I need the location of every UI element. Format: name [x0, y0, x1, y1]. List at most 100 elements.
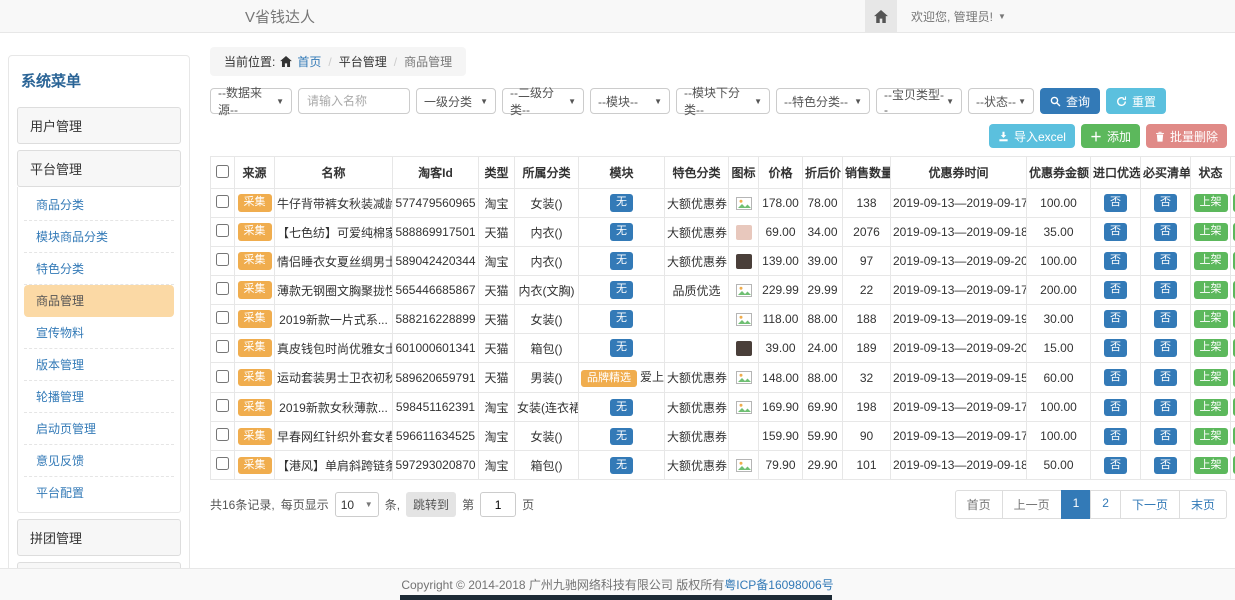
page-number-input[interactable] [480, 492, 516, 517]
pager-last-page[interactable]: 末页 [1179, 490, 1227, 519]
row-checkbox[interactable] [216, 457, 229, 470]
row-checkbox[interactable] [216, 282, 229, 295]
sidebar-item-platform-management[interactable]: 平台管理 [17, 150, 181, 187]
row-checkbox[interactable] [216, 253, 229, 266]
must-buy-badge[interactable]: 否 [1154, 223, 1177, 240]
status-badge[interactable]: 上架 [1194, 339, 1228, 356]
must-buy-badge[interactable]: 否 [1154, 428, 1177, 445]
reset-button[interactable]: 重置 [1106, 88, 1166, 114]
status-badge[interactable]: 上架 [1194, 428, 1228, 445]
filter-select-feature-category[interactable]: --特色分类--▼ [776, 88, 870, 114]
cell-coupon-amount: 100.00 [1027, 189, 1091, 218]
filter-select-level1-category[interactable]: 一级分类▼ [416, 88, 496, 114]
import-select-badge[interactable]: 否 [1104, 310, 1127, 327]
pager-page-2[interactable]: 2 [1090, 490, 1121, 519]
status-badge[interactable]: 上架 [1194, 310, 1228, 327]
goods-table: 来源名称淘客Id类型所属分类模块特色分类图标价格折后价销售数量优惠券时间优惠券金… [210, 156, 1235, 480]
status-badge[interactable]: 上架 [1194, 369, 1228, 386]
filter-select-data-source[interactable]: --数据来源--▼ [210, 88, 292, 114]
cell-status: 上架 [1191, 189, 1231, 218]
import-excel-button[interactable]: 导入excel [989, 124, 1075, 148]
status-badge[interactable]: 上架 [1194, 252, 1228, 269]
import-select-badge[interactable]: 否 [1104, 252, 1127, 269]
import-select-badge[interactable]: 否 [1104, 399, 1127, 416]
user-menu[interactable]: 欢迎您, 管理员! ▼ [911, 8, 1006, 25]
status-badge[interactable]: 上架 [1194, 194, 1228, 211]
import-select-badge[interactable]: 否 [1104, 281, 1127, 298]
sidebar-item-user-management[interactable]: 用户管理 [17, 107, 181, 144]
cell-coupon-amount: 200.00 [1027, 276, 1091, 305]
sidebar-item-group-buy-management[interactable]: 拼团管理 [17, 519, 181, 556]
cell-sales: 2076 [843, 218, 891, 247]
cell-module: 无 [579, 334, 665, 363]
sidebar-subitem-version-management[interactable]: 版本管理 [24, 349, 174, 381]
jump-button[interactable]: 跳转到 [406, 492, 456, 517]
status-badge[interactable]: 上架 [1194, 457, 1228, 474]
must-buy-badge[interactable]: 否 [1154, 369, 1177, 386]
must-buy-badge[interactable]: 否 [1154, 252, 1177, 269]
cell-import-select: 否 [1091, 247, 1141, 276]
row-checkbox[interactable] [216, 370, 229, 383]
filter-select-item-type[interactable]: --宝贝类型--▼ [876, 88, 962, 114]
cell-must-buy: 否 [1141, 247, 1191, 276]
col-header-price: 价格 [759, 157, 803, 189]
row-checkbox[interactable] [216, 399, 229, 412]
pager-page-1[interactable]: 1 [1061, 490, 1092, 519]
row-checkbox[interactable] [216, 195, 229, 208]
status-badge[interactable]: 上架 [1194, 223, 1228, 240]
import-select-badge[interactable]: 否 [1104, 339, 1127, 356]
must-buy-badge[interactable]: 否 [1154, 457, 1177, 474]
row-checkbox[interactable] [216, 224, 229, 237]
must-buy-badge[interactable]: 否 [1154, 310, 1177, 327]
sidebar-subitem-carousel-management[interactable]: 轮播管理 [24, 381, 174, 413]
cell-status: 上架 [1191, 334, 1231, 363]
import-select-badge[interactable]: 否 [1104, 457, 1127, 474]
batch-delete-button[interactable]: 批量删除 [1146, 124, 1227, 148]
import-excel-label: 导入excel [1014, 128, 1066, 145]
breadcrumb-home-link[interactable]: 首页 [297, 53, 321, 70]
status-badge[interactable]: 上架 [1194, 399, 1228, 416]
sidebar-subitem-splash-page-management[interactable]: 启动页管理 [24, 413, 174, 445]
batch-delete-label: 批量删除 [1170, 128, 1218, 145]
cell-category: 女装() [515, 189, 579, 218]
pager-first-page[interactable]: 首页 [955, 490, 1003, 519]
add-button[interactable]: ＋ 添加 [1081, 124, 1140, 148]
must-buy-badge[interactable]: 否 [1154, 339, 1177, 356]
import-select-badge[interactable]: 否 [1104, 369, 1127, 386]
pager-prev-page[interactable]: 上一页 [1002, 490, 1062, 519]
must-buy-badge[interactable]: 否 [1154, 281, 1177, 298]
cell-category: 内衣(文胸) [515, 276, 579, 305]
status-badge[interactable]: 上架 [1194, 281, 1228, 298]
sidebar-subitem-goods-category[interactable]: 商品分类 [24, 189, 174, 221]
sidebar-subitem-promo-materials[interactable]: 宣传物料 [24, 317, 174, 349]
must-buy-badge[interactable]: 否 [1154, 399, 1177, 416]
per-page-select[interactable]: 10 ▼ [335, 492, 379, 517]
filter-select-value: 一级分类 [424, 93, 472, 110]
import-select-badge[interactable]: 否 [1104, 428, 1127, 445]
select-all-checkbox[interactable] [216, 165, 229, 178]
filter-select-level2-category[interactable]: --二级分类--▼ [502, 88, 584, 114]
filter-select-module[interactable]: --模块--▼ [590, 88, 670, 114]
pager-next-page[interactable]: 下一页 [1120, 490, 1180, 519]
filter-select-status[interactable]: --状态--▼ [968, 88, 1034, 114]
sidebar-title: 系统菜单 [17, 64, 181, 101]
sidebar-subitem-platform-config[interactable]: 平台配置 [24, 477, 174, 508]
cell-sales: 32 [843, 363, 891, 393]
sidebar-subitem-feature-category[interactable]: 特色分类 [24, 253, 174, 285]
sidebar-subitem-goods-management[interactable]: 商品管理 [24, 285, 174, 317]
import-select-badge[interactable]: 否 [1104, 194, 1127, 211]
icp-link[interactable]: 粤ICP备16098006号 [724, 576, 833, 593]
filter-select-value: --模块-- [598, 93, 638, 110]
import-icon [998, 131, 1009, 142]
sidebar-subitem-module-goods-category[interactable]: 模块商品分类 [24, 221, 174, 253]
import-select-badge[interactable]: 否 [1104, 223, 1127, 240]
row-checkbox[interactable] [216, 428, 229, 441]
home-button[interactable] [865, 0, 897, 32]
row-checkbox[interactable] [216, 340, 229, 353]
must-buy-badge[interactable]: 否 [1154, 194, 1177, 211]
name-search-input[interactable] [298, 88, 410, 114]
search-button[interactable]: 查询 [1040, 88, 1100, 114]
sidebar-subitem-feedback[interactable]: 意见反馈 [24, 445, 174, 477]
row-checkbox[interactable] [216, 311, 229, 324]
filter-select-module-subcategory[interactable]: --模块下分类--▼ [676, 88, 770, 114]
